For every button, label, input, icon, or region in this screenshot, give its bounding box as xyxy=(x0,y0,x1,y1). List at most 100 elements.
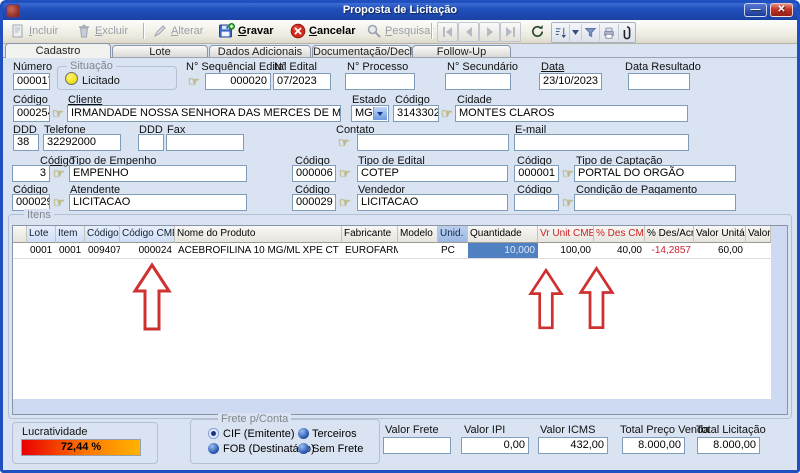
attachment-icon[interactable] xyxy=(619,24,635,41)
cidade-field[interactable]: MONTES CLAROS xyxy=(455,105,688,122)
data-field[interactable]: 23/10/2023 xyxy=(539,73,602,90)
minimize-button[interactable]: — xyxy=(744,3,767,17)
ddd-field[interactable]: 38 xyxy=(13,134,39,151)
total-licitacao-field[interactable]: 8.000,00 xyxy=(697,437,760,454)
gravar-button[interactable]: Gravar xyxy=(215,21,276,41)
last-record-icon[interactable] xyxy=(500,22,521,42)
condicao-pagamento-field[interactable] xyxy=(574,194,736,211)
col-header-fabricante[interactable]: Fabricante xyxy=(342,226,398,243)
cell-fabricante[interactable]: EUROFARMA xyxy=(342,243,398,259)
cliente-field[interactable]: IRMANDADE NOSSA SENHORA DAS MERCES DE MO… xyxy=(67,105,341,122)
cell-quantidade-selected[interactable]: 10,000 xyxy=(468,243,538,259)
cell-valor-unitario[interactable]: 60,00 xyxy=(694,243,746,259)
ddd2-field[interactable] xyxy=(138,134,164,151)
radio-terceiros[interactable] xyxy=(298,428,309,439)
email-field[interactable] xyxy=(514,134,689,151)
n-secundario-field[interactable] xyxy=(445,73,511,90)
col-header-des-acr[interactable]: % Des/Acr. xyxy=(645,226,694,243)
first-record-icon[interactable] xyxy=(437,22,458,42)
lookup-hand-icon[interactable]: ☞ xyxy=(339,167,355,180)
cell-des-cmed[interactable]: 40,00 xyxy=(594,243,645,259)
cell-vr-unit-cmed[interactable]: 100,00 xyxy=(538,243,594,259)
next-record-icon[interactable] xyxy=(479,22,500,42)
valor-frete-field[interactable] xyxy=(383,437,451,454)
tipo-edital-field[interactable]: COTEP xyxy=(357,165,508,182)
cell-des-acr[interactable]: -14,2857 xyxy=(645,243,694,259)
cell-item[interactable]: 0001 xyxy=(56,243,85,259)
radio-cif[interactable] xyxy=(208,428,219,439)
estado-select[interactable]: MG xyxy=(351,105,389,122)
row-indicator-cell[interactable] xyxy=(13,243,27,259)
col-header-unid[interactable]: Unid. xyxy=(438,226,468,243)
seq-edital-field[interactable]: 000020 xyxy=(205,73,271,90)
contato-field[interactable] xyxy=(357,134,509,151)
valor-icms-field[interactable]: 432,00 xyxy=(538,437,608,454)
cancelar-button[interactable]: Cancelar xyxy=(287,21,358,41)
col-header-nome[interactable]: Nome do Produto xyxy=(175,226,342,243)
chevron-down-icon[interactable] xyxy=(373,107,387,120)
lookup-hand-icon[interactable]: ☞ xyxy=(53,167,69,180)
radio-sem-frete[interactable] xyxy=(298,443,309,454)
col-header-codigo[interactable]: Código xyxy=(85,226,120,243)
lookup-hand-icon[interactable]: ☞ xyxy=(338,136,354,149)
n-processo-field[interactable] xyxy=(345,73,415,90)
cell-unid[interactable]: PC xyxy=(438,243,468,259)
cell-codigo[interactable]: 009407 xyxy=(85,243,120,259)
vertical-scrollbar[interactable] xyxy=(771,226,787,399)
previous-record-icon[interactable] xyxy=(458,22,479,42)
n-edital-field[interactable]: 07/2023 xyxy=(273,73,331,90)
refresh-icon[interactable] xyxy=(527,21,548,41)
alterar-button[interactable]: Alterar xyxy=(149,21,206,41)
radio-sem-frete-label: Sem Frete xyxy=(312,443,363,455)
cell-modelo[interactable] xyxy=(398,243,438,259)
codigo-vendedor-field[interactable]: 000029 xyxy=(292,194,336,211)
incluir-button[interactable]: Incluir xyxy=(7,21,61,41)
telefone-field[interactable]: 32292000 xyxy=(43,134,121,151)
lookup-hand-icon[interactable]: ☞ xyxy=(53,196,69,209)
radio-fob[interactable] xyxy=(208,443,219,454)
tipo-empenho-field[interactable]: EMPENHO xyxy=(69,165,247,182)
col-header-vr-unit-cmed[interactable]: Vr Unit CMED xyxy=(538,226,594,243)
codigo-edital-field[interactable]: 000006 xyxy=(292,165,336,182)
cell-nome[interactable]: ACEBROFILINA 10 MG/ML XPE CT FR VD A xyxy=(175,243,342,259)
titlebar[interactable]: Proposta de Licitação — ✕ xyxy=(0,0,800,20)
fax-field[interactable] xyxy=(166,134,244,151)
col-header-valor-unitario[interactable]: Valor Unitário xyxy=(694,226,746,243)
lookup-hand-icon[interactable]: ☞ xyxy=(188,75,204,88)
codigo-cidade-field[interactable]: 3143302 xyxy=(393,105,439,122)
codigo-empenho-field[interactable]: 3 xyxy=(12,165,50,182)
tab-cadastro[interactable]: Cadastro xyxy=(5,43,111,58)
col-header-des-cmed[interactable]: % Des CMED xyxy=(594,226,645,243)
excluir-button[interactable]: Excluir xyxy=(73,21,131,41)
lookup-hand-icon[interactable]: ☞ xyxy=(52,107,68,120)
tipo-captacao-field[interactable]: PORTAL DO ORGÃO xyxy=(574,165,736,182)
atendente-field[interactable]: LICITACAO xyxy=(69,194,247,211)
valor-ipi-field[interactable]: 0,00 xyxy=(461,437,529,454)
col-header-valor-total[interactable]: Valor Total xyxy=(746,226,771,243)
cell-lote[interactable]: 0001 xyxy=(27,243,56,259)
app-icon[interactable] xyxy=(6,4,20,18)
sort-az-icon[interactable] xyxy=(552,24,570,41)
col-header-item[interactable]: Item xyxy=(56,226,85,243)
total-preco-venda-field[interactable]: 8.000,00 xyxy=(622,437,685,454)
cell-valor-total[interactable] xyxy=(746,243,771,259)
col-header-modelo[interactable]: Modelo xyxy=(398,226,438,243)
cell-codigo-cmed[interactable]: 000024 xyxy=(120,243,175,259)
col-header-quantidade[interactable]: Quantidade xyxy=(468,226,538,243)
data-resultado-field[interactable] xyxy=(628,73,690,90)
sort-dropdown-icon[interactable] xyxy=(570,24,582,41)
magnifier-icon xyxy=(366,23,382,39)
print-icon[interactable] xyxy=(600,24,618,41)
filter-icon[interactable] xyxy=(582,24,600,41)
horizontal-scrollbar[interactable] xyxy=(13,399,787,414)
pesquisar-button[interactable]: Pesquisar xyxy=(363,21,437,41)
close-button[interactable]: ✕ xyxy=(770,3,793,17)
lookup-hand-icon[interactable]: ☞ xyxy=(339,196,355,209)
codigo-condicao-field[interactable] xyxy=(514,194,559,211)
col-header-codigo-cmed[interactable]: Código CMED xyxy=(120,226,175,243)
col-header-lote[interactable]: Lote xyxy=(27,226,56,243)
vendedor-field[interactable]: LICITACAO xyxy=(357,194,508,211)
codigo-captacao-field[interactable]: 000001 xyxy=(514,165,559,182)
codigo-cliente-field[interactable]: 000254 xyxy=(13,105,50,122)
numero-field[interactable]: 000017 xyxy=(13,73,50,90)
